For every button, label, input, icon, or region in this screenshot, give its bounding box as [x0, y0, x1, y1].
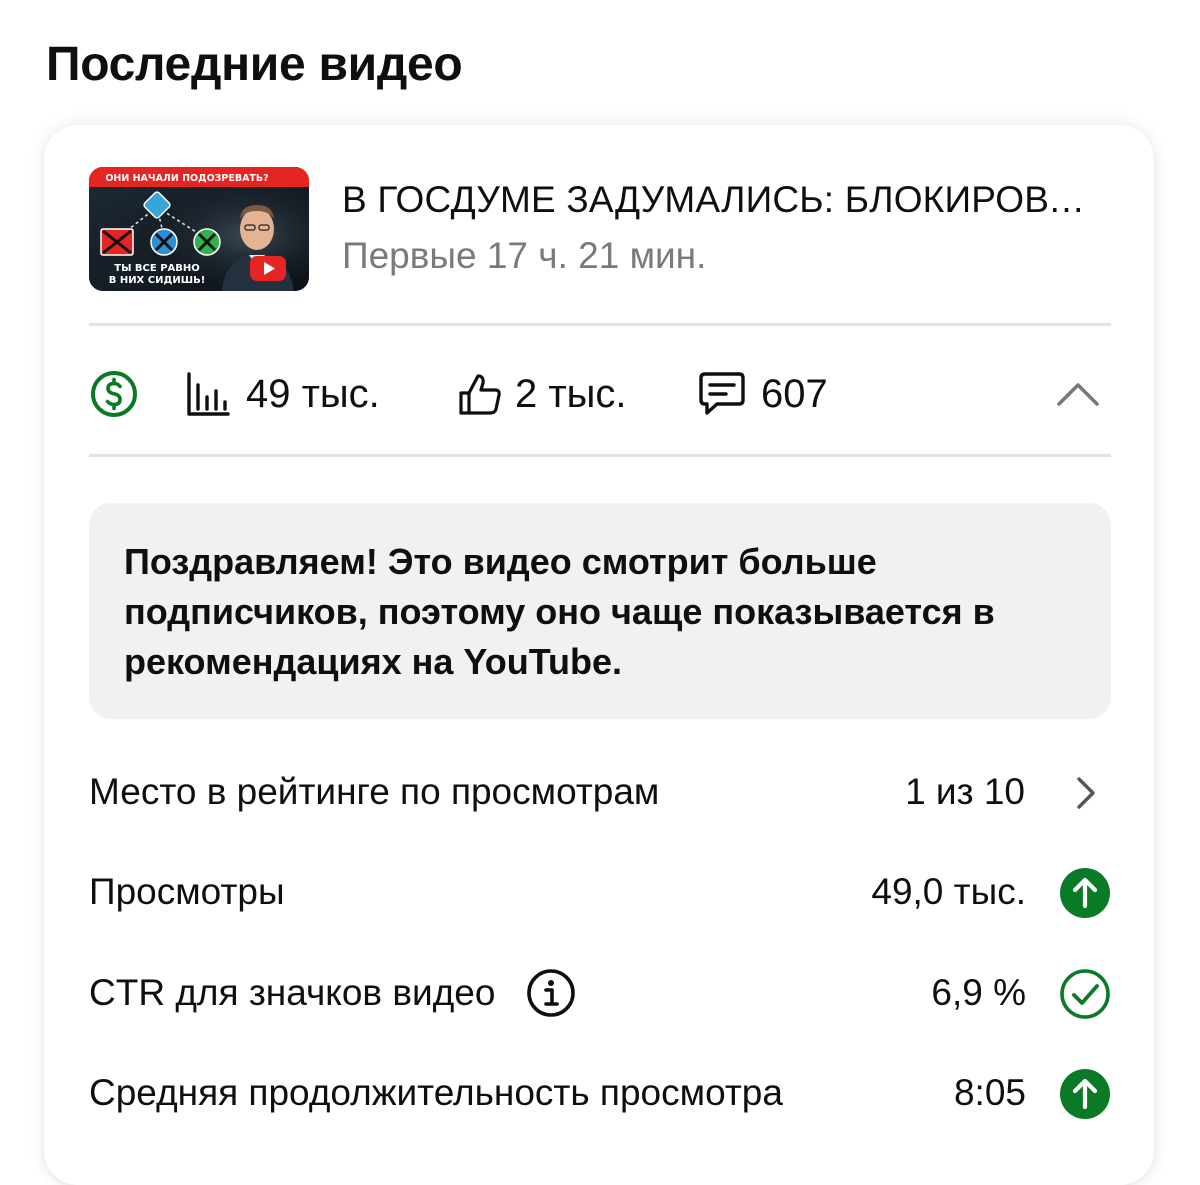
metric-value: 6,9 %	[931, 972, 1026, 1013]
video-title[interactable]: В ГОСДУМЕ ЗАДУМАЛИСЬ: БЛОКИРОВАТЬ ЛИ WHA…	[342, 179, 1102, 221]
views-stat[interactable]: 49 тыс.	[186, 361, 380, 427]
thumbnail-bottom-text-2: В НИХ СИДИШЬ!	[109, 275, 206, 286]
divider	[89, 323, 1111, 326]
ranking-row[interactable]: Место в рейтинге по просмотрам 1 из 10	[89, 762, 1111, 822]
metric-label: Место в рейтинге по просмотрам	[89, 771, 660, 812]
likes-stat[interactable]: 2 тыс.	[457, 361, 627, 427]
recommendation-banner: Поздравляем! Это видео смотрит больше по…	[89, 503, 1111, 719]
monetization-status[interactable]	[89, 361, 139, 427]
views-row[interactable]: Просмотры 49,0 тыс.	[89, 862, 1111, 922]
metric-label-wrap: CTR для значков видео	[89, 963, 577, 1023]
ctr-row[interactable]: CTR для значков видео 6,9 %	[89, 963, 1111, 1023]
video-period: Первые 17 ч. 21 мин.	[342, 235, 707, 276]
arrow-up-circle-icon	[1059, 1068, 1111, 1120]
latest-video-card[interactable]: ОНИ НАЧАЛИ ПОДОЗРЕВАТЬ? ТЫ ВСЕ РАВНО В Н…	[44, 125, 1154, 1185]
thumbnail-top-banner: ОНИ НАЧАЛИ ПОДОЗРЕВАТЬ?	[105, 173, 268, 184]
check-circle-icon	[1059, 968, 1111, 1020]
metric-value: 49,0 тыс.	[871, 871, 1026, 912]
divider	[89, 454, 1111, 457]
bar-chart-icon	[187, 372, 230, 416]
video-thumbnail[interactable]: ОНИ НАЧАЛИ ПОДОЗРЕВАТЬ? ТЫ ВСЕ РАВНО В Н…	[89, 167, 309, 291]
likes-count: 2 тыс.	[515, 371, 627, 416]
metric-value: 1 из 10	[905, 771, 1025, 812]
chevron-right-icon[interactable]	[1059, 767, 1111, 819]
section-title: Последние видео	[46, 38, 463, 91]
metric-label: CTR для значков видео	[89, 972, 496, 1013]
video-stats-row: 49 тыс. 2 тыс. 607	[89, 361, 1111, 427]
comments-stat[interactable]: 607	[697, 361, 828, 427]
metric-label: Средняя продолжительность просмотра	[89, 1072, 783, 1113]
info-icon[interactable]	[525, 967, 577, 1019]
collapse-button[interactable]	[1055, 361, 1101, 427]
avg-view-duration-row[interactable]: Средняя продолжительность просмотра 8:05	[89, 1063, 1111, 1123]
comment-icon	[699, 372, 745, 415]
thumbs-up-icon	[459, 374, 501, 415]
banner-text: Поздравляем! Это видео смотрит больше по…	[124, 541, 995, 682]
arrow-up-circle-icon	[1059, 867, 1111, 919]
comments-count: 607	[761, 371, 828, 416]
thumbnail-bottom-text-1: ТЫ ВСЕ РАВНО	[114, 263, 200, 274]
chevron-up-icon	[1057, 383, 1099, 406]
dollar-circle-icon	[91, 371, 137, 417]
metric-value: 8:05	[953, 1072, 1026, 1113]
metric-label: Просмотры	[89, 871, 285, 912]
views-count: 49 тыс.	[246, 371, 380, 416]
